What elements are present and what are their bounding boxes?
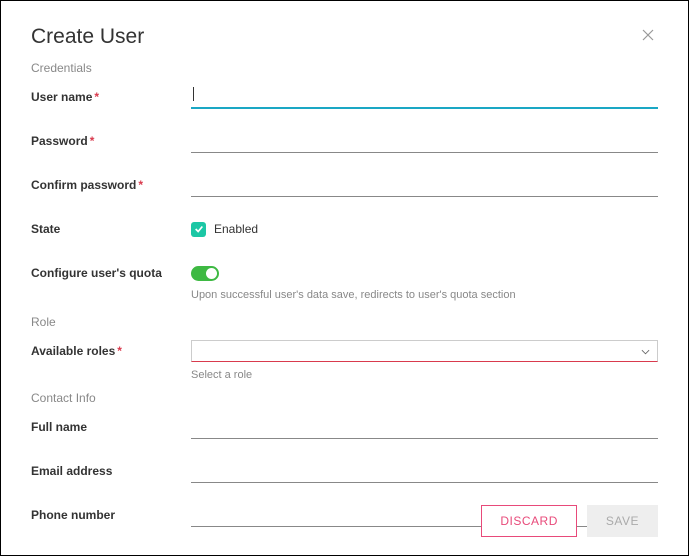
roles-helper-text: Select a role: [191, 369, 658, 381]
label-email: Email address: [31, 464, 191, 478]
state-enabled-label: Enabled: [214, 222, 258, 236]
label-phone: Phone number: [31, 508, 191, 522]
username-input[interactable]: [191, 85, 658, 109]
section-credentials: Credentials: [31, 61, 658, 75]
available-roles-select[interactable]: [191, 340, 658, 362]
full-name-input[interactable]: [191, 416, 658, 439]
dialog-header: Create User: [31, 25, 658, 49]
close-icon[interactable]: [638, 25, 658, 49]
create-user-dialog: Create User Credentials User name* Passw…: [0, 0, 689, 556]
configure-quota-toggle[interactable]: [191, 266, 219, 281]
state-enabled-checkbox[interactable]: [191, 222, 206, 237]
discard-button[interactable]: DISCARD: [481, 505, 577, 537]
password-input[interactable]: [191, 130, 658, 153]
confirm-password-input[interactable]: [191, 174, 658, 197]
label-available-roles: Available roles*: [31, 344, 191, 358]
label-full-name: Full name: [31, 420, 191, 434]
label-configure-quota: Configure user's quota: [31, 266, 191, 280]
email-input[interactable]: [191, 460, 658, 483]
label-password: Password*: [31, 134, 191, 148]
text-cursor: [193, 87, 194, 101]
dialog-footer: DISCARD SAVE: [481, 505, 658, 537]
section-contact: Contact Info: [31, 391, 658, 405]
quota-helper-text: Upon successful user's data save, redire…: [191, 289, 658, 301]
section-role: Role: [31, 315, 658, 329]
label-username: User name*: [31, 90, 191, 104]
save-button[interactable]: SAVE: [587, 505, 658, 537]
label-confirm-password: Confirm password*: [31, 178, 191, 192]
label-state: State: [31, 222, 191, 236]
dialog-title: Create User: [31, 25, 144, 49]
